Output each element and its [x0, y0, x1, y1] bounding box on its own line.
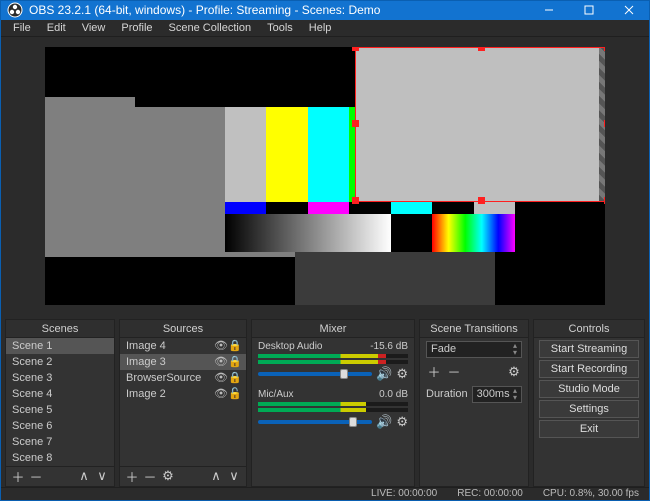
status-cpu: CPU: 0.8%, 30.00 fps [533, 488, 649, 499]
volume-slider[interactable] [258, 420, 372, 424]
level-meter [258, 360, 408, 364]
level-meter [258, 408, 408, 412]
start-recording-button[interactable]: Start Recording [539, 360, 639, 378]
transitions-panel: Scene Transitions Fade▴▾ ＋ － ⚙ Duration … [419, 319, 529, 487]
source-item[interactable]: Image 4👁🔒 [120, 338, 246, 354]
visibility-toggle-icon[interactable]: 👁 [214, 371, 228, 385]
mixer-channel-db: 0.0 dB [379, 389, 408, 400]
source-down-button[interactable]: ∨ [226, 468, 242, 484]
window-title: OBS 23.2.1 (64-bit, windows) - Profile: … [29, 3, 529, 17]
maximize-button[interactable] [569, 1, 609, 20]
lock-toggle-icon[interactable]: 🔒 [228, 371, 242, 385]
transition-remove-button[interactable]: － [446, 364, 462, 380]
scenes-panel: Scenes Scene 1Scene 2Scene 3Scene 4Scene… [5, 319, 115, 487]
controls-header: Controls [534, 320, 644, 338]
scene-up-button[interactable]: ∧ [76, 468, 92, 484]
transition-settings-button[interactable]: ⚙ [506, 364, 522, 380]
mixer-channel-name: Desktop Audio [258, 341, 323, 352]
start-streaming-button[interactable]: Start Streaming [539, 340, 639, 358]
exit-button[interactable]: Exit [539, 420, 639, 438]
preview-canvas[interactable] [45, 47, 605, 305]
preview-area[interactable] [1, 37, 649, 315]
transitions-header: Scene Transitions [420, 320, 528, 338]
sources-header: Sources [120, 320, 246, 338]
titlebar: OBS 23.2.1 (64-bit, windows) - Profile: … [1, 1, 649, 20]
menu-edit[interactable]: Edit [39, 20, 74, 36]
scene-down-button[interactable]: ∨ [94, 468, 110, 484]
level-meter [258, 354, 408, 358]
duration-label: Duration [426, 388, 468, 400]
source-remove-button[interactable]: － [142, 468, 158, 484]
channel-settings-button[interactable]: ⚙ [396, 366, 408, 382]
mixer-channel-name: Mic/Aux [258, 389, 294, 400]
scene-item[interactable]: Scene 2 [6, 354, 114, 370]
source-item[interactable]: Image 2👁🔓 [120, 386, 246, 402]
menu-scene-collection[interactable]: Scene Collection [161, 20, 260, 36]
visibility-toggle-icon[interactable]: 👁 [214, 339, 228, 353]
status-rec: REC: 00:00:00 [447, 488, 533, 499]
scenes-header: Scenes [6, 320, 114, 338]
scene-item[interactable]: Scene 7 [6, 434, 114, 450]
lock-toggle-icon[interactable]: 🔒 [228, 355, 242, 369]
lock-toggle-icon[interactable]: 🔒 [228, 339, 242, 353]
mute-button[interactable]: 🔊 [376, 414, 392, 430]
mixer-panel: Mixer Desktop Audio-15.6 dB🔊⚙Mic/Aux0.0 … [251, 319, 415, 487]
mixer-header: Mixer [252, 320, 414, 338]
scene-item[interactable]: Scene 6 [6, 418, 114, 434]
mixer-channel-db: -15.6 dB [370, 341, 408, 352]
scene-item[interactable]: Scene 3 [6, 370, 114, 386]
scene-item[interactable]: Scene 5 [6, 402, 114, 418]
scenes-list: Scene 1Scene 2Scene 3Scene 4Scene 5Scene… [6, 338, 114, 466]
transition-duration-input[interactable]: 300ms▴▾ [472, 386, 522, 403]
volume-slider[interactable] [258, 372, 372, 376]
app-window: OBS 23.2.1 (64-bit, windows) - Profile: … [0, 0, 650, 501]
mixer-channel: Desktop Audio -15.6 dB 🔊⚙ [252, 338, 414, 386]
minimize-button[interactable] [529, 1, 569, 20]
menu-help[interactable]: Help [301, 20, 340, 36]
docks: Scenes Scene 1Scene 2Scene 3Scene 4Scene… [1, 315, 649, 487]
scene-item[interactable]: Scene 8 [6, 450, 114, 466]
menu-file[interactable]: File [5, 20, 39, 36]
status-live: LIVE: 00:00:00 [361, 488, 447, 499]
menu-tools[interactable]: Tools [259, 20, 301, 36]
menu-profile[interactable]: Profile [113, 20, 160, 36]
scene-add-button[interactable]: ＋ [10, 468, 26, 484]
source-add-button[interactable]: ＋ [124, 468, 140, 484]
mute-button[interactable]: 🔊 [376, 366, 392, 382]
settings-button[interactable]: Settings [539, 400, 639, 418]
mixer-body: Desktop Audio-15.6 dB🔊⚙Mic/Aux0.0 dB🔊⚙ [252, 338, 414, 486]
menu-view[interactable]: View [74, 20, 114, 36]
visibility-toggle-icon[interactable]: 👁 [214, 355, 228, 369]
scene-item[interactable]: Scene 1 [6, 338, 114, 354]
status-bar: LIVE: 00:00:00 REC: 00:00:00 CPU: 0.8%, … [1, 487, 649, 500]
lock-toggle-icon[interactable]: 🔓 [228, 387, 242, 401]
source-up-button[interactable]: ∧ [208, 468, 224, 484]
mixer-channel: Mic/Aux 0.0 dB 🔊⚙ [252, 386, 414, 434]
app-icon [7, 2, 23, 18]
visibility-toggle-icon[interactable]: 👁 [214, 387, 228, 401]
controls-panel: Controls Start Streaming Start Recording… [533, 319, 645, 487]
scene-item[interactable]: Scene 4 [6, 386, 114, 402]
source-item[interactable]: Image 3👁🔒 [120, 354, 246, 370]
menubar: File Edit View Profile Scene Collection … [1, 20, 649, 37]
source-item[interactable]: BrowserSource👁🔒 [120, 370, 246, 386]
close-button[interactable] [609, 1, 649, 20]
transition-add-button[interactable]: ＋ [426, 364, 442, 380]
transition-select[interactable]: Fade▴▾ [426, 341, 522, 358]
studio-mode-button[interactable]: Studio Mode [539, 380, 639, 398]
sources-list: Image 4👁🔒Image 3👁🔒BrowserSource👁🔒Image 2… [120, 338, 246, 466]
level-meter [258, 402, 408, 406]
channel-settings-button[interactable]: ⚙ [396, 414, 408, 430]
source-settings-button[interactable]: ⚙ [160, 468, 176, 484]
sources-panel: Sources Image 4👁🔒Image 3👁🔒BrowserSource👁… [119, 319, 247, 487]
scene-remove-button[interactable]: － [28, 468, 44, 484]
